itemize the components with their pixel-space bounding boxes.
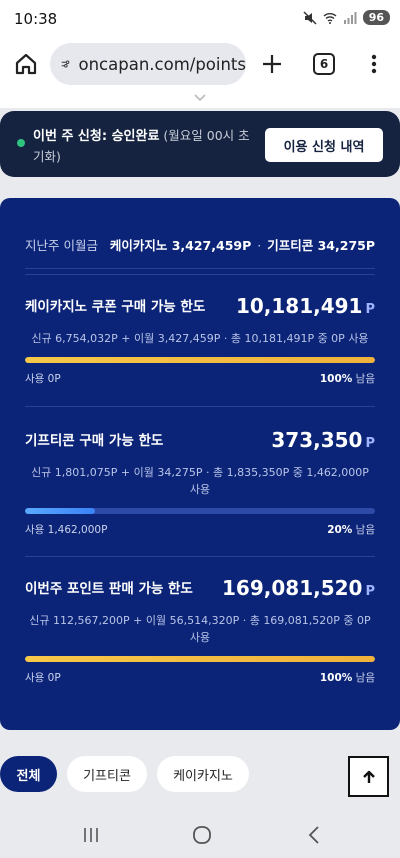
- amount-unit: P: [365, 584, 375, 599]
- remaining: 100% 남음: [320, 670, 375, 685]
- section-amount: 10,181,491 P: [236, 294, 375, 318]
- amount-unit: P: [365, 302, 375, 317]
- status-dot: [17, 139, 25, 147]
- remaining-label: 남음: [352, 524, 375, 536]
- section-detail: 신규 6,754,032P + 이월 3,427,459P · 총 10,181…: [31, 332, 369, 345]
- used-amount: 사용 0P: [25, 672, 61, 684]
- remaining-label: 남음: [352, 373, 375, 385]
- carryover-values: 케이카지노 3,427,459P · 기프티콘 34,275P: [110, 235, 375, 254]
- application-history-button[interactable]: 이용 신청 내역: [265, 128, 383, 162]
- browser-toolbar: oncapan.com/points 6: [0, 38, 400, 90]
- divider: [25, 406, 375, 407]
- system-nav-bar: [0, 812, 400, 858]
- usage-footer: 사용 0P 100% 남음: [25, 670, 375, 685]
- arrow-up-icon: [362, 770, 375, 783]
- plus-icon[interactable]: [258, 50, 286, 78]
- carryover-separator: ·: [257, 237, 262, 253]
- divider: [25, 274, 375, 275]
- remaining-pct: 20%: [327, 524, 353, 536]
- section-amount: 169,081,520 P: [222, 576, 375, 600]
- section-detail: 신규 1,801,075P + 이월 34,275P · 총 1,835,350…: [31, 466, 369, 496]
- usage-footer: 사용 0P 100% 남음: [25, 371, 375, 386]
- amount-value: 169,081,520: [222, 576, 363, 600]
- recents-icon[interactable]: [80, 824, 102, 846]
- remaining: 20% 남음: [327, 522, 375, 537]
- usage-bar: [25, 508, 375, 514]
- usage-bar: [25, 656, 375, 662]
- divider: [25, 268, 375, 269]
- application-status-text: 이번 주 신청: 승인완료 (월요일 00시 초기화): [33, 126, 253, 168]
- status-time: 10:38: [14, 10, 58, 28]
- status-icons: 96: [303, 10, 390, 25]
- mute-icon: [303, 10, 317, 25]
- signal-icon: [343, 11, 357, 24]
- remaining-pct: 100%: [319, 373, 353, 385]
- status-value: 승인완료: [111, 129, 160, 144]
- filter-chip-casino[interactable]: 케이카지노: [157, 756, 249, 792]
- divider: [25, 556, 375, 557]
- carryover-label: 지난주 이월금: [25, 237, 98, 253]
- remaining-pct: 100%: [319, 672, 353, 684]
- battery-badge: 96: [362, 10, 390, 25]
- carryover-casino: 케이카지노 3,427,459P: [109, 237, 252, 253]
- usage-bar-fill: [25, 656, 375, 662]
- application-status-banner: 이번 주 신청: 승인완료 (월요일 00시 초기화) 이용 신청 내역: [0, 111, 400, 177]
- url-text[interactable]: oncapan.com/points: [79, 55, 247, 74]
- gifticon-limit-section: 기프티콘 구매 가능 한도 373,350 P 신규 1,801,075P + 이…: [25, 424, 375, 537]
- chevron-down-icon: [194, 94, 206, 102]
- used-amount: 사용 0P: [25, 373, 61, 385]
- home-circle-icon[interactable]: [191, 824, 213, 846]
- usage-bar: [25, 357, 375, 363]
- filter-chip-gifticon[interactable]: 기프티콘: [67, 756, 147, 792]
- back-icon[interactable]: [304, 824, 326, 846]
- usage-bar-fill: [25, 357, 375, 363]
- filter-chip-all[interactable]: 전체: [0, 756, 57, 792]
- section-title: 기프티콘 구매 가능 한도: [25, 433, 164, 449]
- amount-unit: P: [365, 436, 375, 451]
- site-settings-icon[interactable]: [60, 55, 71, 73]
- section-title: 이번주 포인트 판매 가능 한도: [25, 581, 193, 597]
- status-prefix: 이번 주 신청:: [33, 129, 112, 144]
- more-icon[interactable]: [364, 50, 384, 78]
- tab-switcher-button[interactable]: 6: [313, 53, 335, 75]
- used-amount: 사용 1,462,000P: [25, 524, 108, 536]
- carryover-gifticon: 기프티콘 34,275P: [267, 237, 375, 253]
- usage-footer: 사용 1,462,000P 20% 남음: [25, 522, 375, 537]
- casino-coupon-limit-section: 케이카지노 쿠폰 구매 가능 한도 10,181,491 P 신규 6,754,0…: [25, 290, 375, 386]
- scroll-to-top-button[interactable]: [348, 756, 389, 797]
- filter-chips: 전체 기프티콘 케이카지노: [0, 756, 400, 792]
- remaining: 100% 남음: [320, 371, 375, 386]
- section-title: 케이카지노 쿠폰 구매 가능 한도: [25, 299, 206, 315]
- usage-bar-fill: [25, 508, 95, 514]
- weekly-point-sale-limit-section: 이번주 포인트 판매 가능 한도 169,081,520 P 신규 112,567…: [25, 572, 375, 685]
- amount-value: 373,350: [271, 428, 363, 452]
- amount-value: 10,181,491: [235, 294, 363, 318]
- home-icon[interactable]: [12, 50, 40, 78]
- carryover-summary: 지난주 이월금 케이카지노 3,427,459P · 기프티콘 34,275P: [25, 235, 375, 253]
- status-bar: 10:38 96: [0, 0, 400, 38]
- section-amount: 373,350 P: [271, 428, 375, 452]
- wifi-icon: [323, 12, 337, 24]
- address-bar[interactable]: oncapan.com/points: [50, 43, 246, 85]
- points-limit-card: 지난주 이월금 케이카지노 3,427,459P · 기프티콘 34,275P 케이…: [0, 198, 400, 730]
- section-detail: 신규 112,567,200P + 이월 56,514,320P · 총 169…: [29, 614, 371, 644]
- remaining-label: 남음: [352, 672, 375, 684]
